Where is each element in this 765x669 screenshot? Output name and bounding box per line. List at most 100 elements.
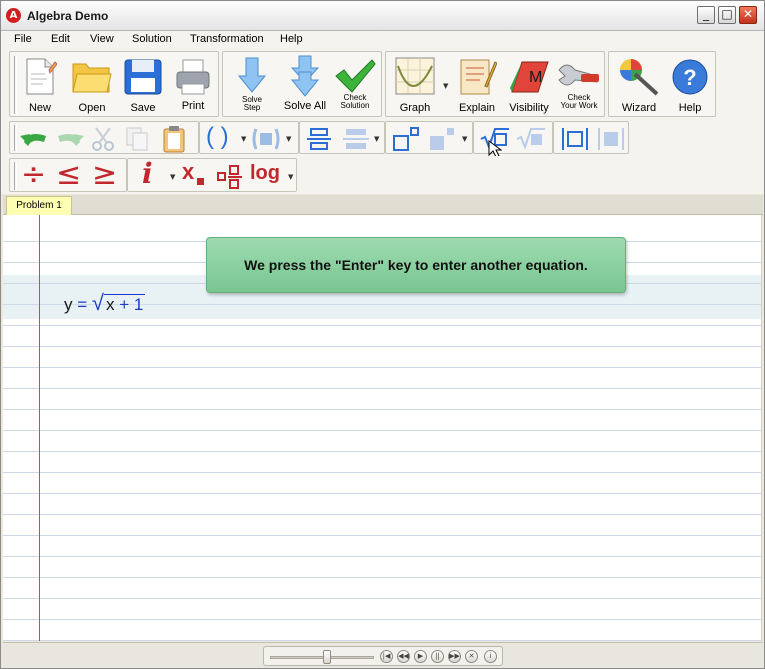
notebook-page[interactable]: We press the "Enter" key to enter anothe… bbox=[3, 215, 762, 641]
root-filled-icon[interactable] bbox=[516, 127, 546, 151]
fraction-icon[interactable] bbox=[216, 164, 244, 190]
info-dropdown-icon[interactable]: ▼ bbox=[170, 173, 175, 181]
graph-dropdown-icon[interactable]: ▼ bbox=[443, 82, 448, 90]
align-dropdown-icon[interactable]: ▼ bbox=[374, 135, 379, 143]
bracket-box-icon[interactable] bbox=[250, 127, 282, 151]
menu-help[interactable]: Help bbox=[280, 33, 303, 45]
toolbar-grip[interactable] bbox=[14, 162, 17, 190]
superscript-icon[interactable] bbox=[392, 126, 420, 152]
info-icon[interactable]: i bbox=[142, 157, 153, 190]
open-button[interactable]: Open bbox=[68, 52, 116, 116]
align-group: ▼ bbox=[299, 121, 385, 154]
app-window: A Algebra Demo _ □ ✕ File Edit View Solu… bbox=[0, 0, 765, 669]
copy-icon[interactable] bbox=[124, 126, 150, 152]
close-button[interactable]: ✕ bbox=[739, 6, 757, 24]
align-center-icon[interactable] bbox=[306, 127, 332, 151]
save-button[interactable]: Save bbox=[120, 52, 166, 116]
file-group: New Open Save Print bbox=[9, 51, 219, 117]
check-solution-label-2: Solution bbox=[340, 101, 370, 110]
new-button[interactable]: New bbox=[20, 52, 60, 116]
less-equal-icon[interactable]: ≤ bbox=[56, 157, 81, 192]
edit-group bbox=[9, 121, 199, 154]
operators-toolbar: ÷ ≤ ≥ i ▼ x log ▼ bbox=[1, 156, 764, 194]
wizard-label: Wizard bbox=[621, 102, 657, 114]
log-icon[interactable]: log bbox=[250, 162, 280, 185]
visibility-letter: M bbox=[529, 69, 542, 86]
player-info-icon[interactable]: i bbox=[484, 650, 497, 663]
cut-icon[interactable] bbox=[90, 126, 116, 152]
visibility-icon: M bbox=[510, 61, 549, 93]
operators-group: ÷ ≤ ≥ bbox=[9, 157, 127, 192]
menu-edit[interactable]: Edit bbox=[51, 33, 70, 45]
wizard-button[interactable]: Wizard bbox=[613, 52, 665, 116]
solve-group: Solve Step Solve All Check Solution bbox=[222, 51, 382, 117]
problem-tabstrip: Problem 1 bbox=[3, 195, 763, 216]
menu-solution[interactable]: Solution bbox=[132, 33, 172, 45]
stop-icon[interactable]: ✕ bbox=[465, 650, 478, 663]
tooltip-text: We press the "Enter" key to enter anothe… bbox=[244, 257, 588, 273]
new-label: New bbox=[28, 102, 51, 114]
help-label: Help bbox=[678, 102, 702, 114]
visibility-button[interactable]: M Visibility bbox=[504, 52, 554, 116]
visibility-label: Visibility bbox=[509, 102, 549, 114]
brackets-group: ( ) ▼ ▼ bbox=[199, 121, 299, 154]
minimize-button[interactable]: _ bbox=[697, 6, 715, 24]
menu-transformation[interactable]: Transformation bbox=[190, 33, 264, 45]
check-your-work-button[interactable]: Check Your Work bbox=[554, 52, 604, 116]
tab-problem-1[interactable]: Problem 1 bbox=[6, 196, 72, 216]
equation-line[interactable]: y = √ x + 1 bbox=[64, 290, 146, 316]
wrench-icon bbox=[558, 64, 599, 86]
help-button[interactable]: ? Help bbox=[667, 52, 713, 116]
maximize-button[interactable]: □ bbox=[718, 6, 736, 24]
explain-button[interactable]: Explain bbox=[452, 52, 502, 116]
radical-sign: √ bbox=[91, 290, 104, 315]
parentheses-icon[interactable]: ( ) bbox=[206, 123, 229, 151]
menu-view[interactable]: View bbox=[90, 33, 114, 45]
superscript-filled-icon[interactable] bbox=[428, 126, 456, 152]
undo-icon[interactable] bbox=[20, 126, 50, 152]
fast-forward-icon[interactable]: ▶▶ bbox=[448, 650, 461, 663]
help-group: Wizard ? Help bbox=[608, 51, 716, 117]
graph-button[interactable]: Graph bbox=[390, 52, 440, 116]
floppy-disk-icon bbox=[124, 59, 162, 95]
exponent-dropdown-icon[interactable]: ▼ bbox=[462, 135, 467, 143]
skip-start-icon[interactable]: |◀ bbox=[380, 650, 393, 663]
toolbar-grip[interactable] bbox=[14, 125, 17, 151]
parentheses-dropdown-icon[interactable]: ▼ bbox=[241, 135, 246, 143]
explain-label: Explain bbox=[458, 102, 496, 114]
print-button[interactable]: Print bbox=[170, 52, 216, 116]
tools-group: Graph ▼ Explain M Visibility Check Your … bbox=[385, 51, 605, 117]
title-bar[interactable]: A Algebra Demo _ □ ✕ bbox=[1, 1, 764, 31]
main-toolbar: New Open Save Print Solve Step Solve All… bbox=[1, 49, 764, 119]
help-icon: ? bbox=[672, 59, 708, 95]
toolbar-grip[interactable] bbox=[14, 56, 17, 114]
equation-lhs: y bbox=[64, 295, 73, 314]
solve-all-label: Solve All bbox=[283, 100, 327, 112]
save-label: Save bbox=[130, 102, 156, 114]
status-bar: |◀ ◀◀ ▶ || ▶▶ ✕ i bbox=[3, 642, 763, 668]
playback-slider[interactable] bbox=[270, 656, 374, 659]
folder-icon bbox=[72, 63, 112, 93]
log-dropdown-icon[interactable]: ▼ bbox=[288, 173, 293, 181]
redo-icon[interactable] bbox=[54, 126, 84, 152]
align-split-icon[interactable] bbox=[342, 127, 370, 151]
greater-equal-icon[interactable]: ≥ bbox=[92, 157, 117, 192]
bracket-dropdown-icon[interactable]: ▼ bbox=[286, 135, 291, 143]
menu-file[interactable]: File bbox=[14, 33, 32, 45]
solve-all-button[interactable]: Solve All bbox=[281, 52, 329, 116]
rewind-icon[interactable]: ◀◀ bbox=[397, 650, 410, 663]
subscript-icon[interactable]: x bbox=[182, 159, 194, 185]
pause-icon[interactable]: || bbox=[431, 650, 444, 663]
equation-equals: = bbox=[77, 295, 88, 314]
absolute-value-icon[interactable] bbox=[560, 127, 590, 151]
paste-icon[interactable] bbox=[160, 125, 188, 153]
solve-step-button[interactable]: Solve Step bbox=[229, 52, 275, 116]
playback-slider-thumb[interactable] bbox=[323, 650, 331, 664]
down-arrow-icon bbox=[237, 57, 267, 93]
graph-icon bbox=[395, 57, 435, 95]
divide-icon[interactable]: ÷ bbox=[21, 157, 46, 192]
check-solution-button[interactable]: Check Solution bbox=[331, 52, 379, 116]
play-icon[interactable]: ▶ bbox=[414, 650, 427, 663]
absolute-filled-icon[interactable] bbox=[596, 127, 626, 151]
app-icon: A bbox=[6, 8, 21, 23]
